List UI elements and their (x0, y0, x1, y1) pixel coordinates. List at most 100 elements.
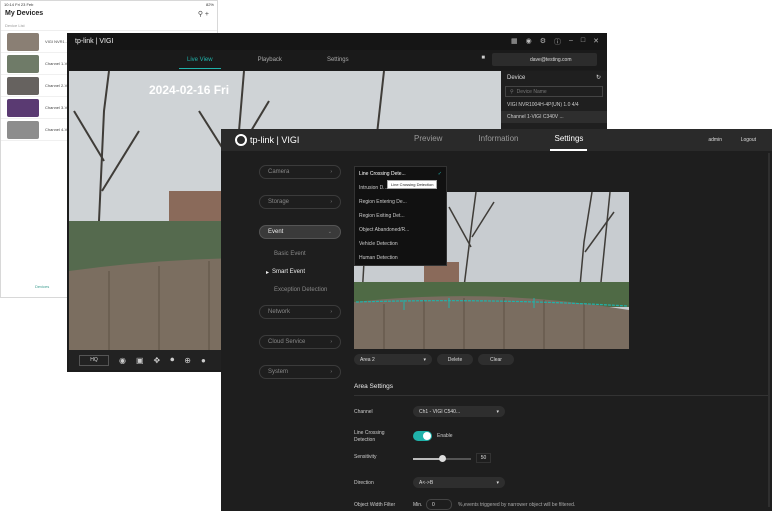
device-search-placeholder: Device Name (516, 88, 547, 95)
direction-label: Direction (354, 480, 374, 486)
direction-select-value: A<->B (419, 479, 434, 486)
direction-select[interactable]: A<->B ▾ (413, 477, 505, 488)
gear-icon[interactable]: ⚙ (540, 37, 546, 47)
settings-topbar: tp-link | VIGI Preview Information Setti… (221, 129, 772, 151)
sensitivity-value[interactable]: 50 (476, 453, 491, 463)
sidebar-item-cloud-service[interactable]: Cloud Service › (259, 335, 341, 349)
line-crossing-label-line1: Line Crossing (354, 430, 385, 436)
sidebar-item-storage[interactable]: Storage › (259, 195, 341, 209)
nav-settings[interactable]: Settings (550, 134, 588, 151)
sidebar-item-network[interactable]: Network › (259, 305, 341, 319)
device-tree-item[interactable]: VIGI NVR1004H-4P(UN) 1.0 4/4 (501, 99, 607, 111)
status-time: 10:14 Fri 23 Feb (4, 2, 34, 7)
device-tree-item[interactable]: Channel 1-VIGI C340V ... (501, 111, 607, 123)
camera-icon[interactable]: ◉ (119, 356, 126, 365)
chevron-right-icon: › (330, 339, 332, 345)
sensitivity-slider[interactable] (413, 455, 471, 462)
device-panel-title: Device (507, 74, 526, 81)
user-email: dave@testing.com (530, 56, 572, 63)
nav-preview[interactable]: Preview (414, 134, 442, 143)
channel-select[interactable]: Ch1 - VIGI C540... ▾ (413, 406, 505, 417)
brand-text: tp-link | VIGI (250, 135, 300, 145)
quality-button[interactable]: HQ (79, 354, 109, 366)
list-item-label: VIGI NVR1.. (45, 39, 68, 44)
sidebar-subitem-smart-event[interactable]: Smart Event (259, 263, 341, 281)
page-title: My Devices (5, 10, 44, 17)
ptz-icon[interactable]: ✥ (154, 356, 161, 365)
section-title: Area Settings (354, 383, 394, 390)
desktop-tabs: Live View Playback Settings ■ dave@testi… (67, 50, 607, 70)
mic-icon[interactable]: ⏺ (170, 355, 174, 365)
web-settings-window: tp-link | VIGI Preview Information Setti… (221, 129, 772, 511)
nav-information[interactable]: Information (478, 134, 518, 143)
record-icon[interactable]: ▣ (136, 356, 144, 365)
enable-label: Enable (437, 433, 453, 439)
chevron-right-icon: › (330, 169, 332, 175)
camera-thumbnail (7, 76, 39, 95)
camera-thumbnail (7, 120, 39, 139)
sidebar-item-camera[interactable]: Camera › (259, 165, 341, 179)
grid-icon[interactable]: ▦ (511, 37, 518, 47)
slider-handle[interactable] (439, 455, 446, 462)
area-actions: Area 2 ▾ Delete Clear (354, 354, 514, 365)
dropdown-option[interactable]: Object Abandoned/R... (355, 223, 446, 237)
sidebar-subitem-basic-event[interactable]: Basic Event (259, 245, 341, 263)
caret-down-icon: ▾ (496, 408, 499, 415)
dropdown-selected-option[interactable]: Line Crossing Dete... ✓ (355, 167, 446, 181)
camera-thumbnail (7, 98, 39, 117)
screenshot-collage: 10:14 Fri 23 Feb 82% My Devices ⚲ + Devi… (0, 0, 775, 511)
dropdown-option[interactable]: Region Exiting Det... (355, 209, 446, 223)
bell-icon[interactable]: ◉ (526, 37, 532, 47)
info-icon[interactable]: ⓘ (554, 37, 561, 47)
area-select[interactable]: Area 2 ▾ (354, 354, 432, 365)
zoom-icon[interactable]: ⊕ (184, 356, 191, 365)
device-search-input[interactable]: ⚲ Device Name (505, 86, 603, 97)
refresh-icon[interactable]: ↻ (596, 74, 601, 81)
channel-label: Channel (354, 409, 373, 415)
tp-link-logo-icon (235, 134, 247, 146)
delete-button[interactable]: Delete (437, 354, 473, 365)
sidebar-subitem-exception-detection[interactable]: Exception Detection (259, 281, 341, 299)
chevron-right-icon: › (330, 199, 332, 205)
sidebar-item-event[interactable]: Event ⌄ (259, 225, 341, 239)
search-icon[interactable]: ⚲ (198, 11, 203, 18)
min-width-input[interactable]: 0 (426, 499, 452, 510)
scrollbar[interactable] (768, 153, 770, 507)
sensitivity-label: Sensitivity (354, 454, 377, 460)
dropdown-option[interactable]: Region Entering De... (355, 195, 446, 209)
minimize-icon[interactable]: – (569, 37, 573, 47)
desktop-titlebar: tp-link | VIGI ▦ ◉ ⚙ ⓘ – □ ✕ (67, 33, 607, 50)
min-label: Min. (413, 502, 423, 508)
check-icon: ✓ (437, 171, 442, 177)
brand-logo: tp-link | VIGI (235, 134, 299, 146)
tab-live-view[interactable]: Live View (179, 57, 221, 69)
camera-thumbnail (7, 32, 39, 51)
brand-logo: tp-link | VIGI (75, 38, 114, 45)
logout-link[interactable]: Logout (741, 137, 756, 143)
sidebar-item-label: Camera (268, 169, 290, 175)
slider-fill (413, 458, 442, 460)
tab-settings[interactable]: Settings (327, 57, 349, 63)
mobile-header-actions: ⚲ + (198, 10, 209, 18)
clear-button[interactable]: Clear (478, 354, 514, 365)
close-icon[interactable]: ✕ (593, 37, 599, 47)
caret-down-icon: ▾ (423, 356, 426, 363)
sidebar-item-system[interactable]: System › (259, 365, 341, 379)
chevron-down-icon: ⌄ (327, 229, 332, 235)
caret-down-icon: ▾ (496, 479, 499, 486)
line-crossing-label-line2: Detection (354, 437, 376, 443)
enable-toggle[interactable] (413, 431, 432, 441)
user-account-dropdown[interactable]: dave@testing.com (492, 53, 597, 66)
devices-tab[interactable]: Devices (35, 284, 49, 289)
sidebar-item-label: Cloud Service (268, 339, 306, 345)
dropdown-option[interactable]: Vehicle Detection (355, 237, 446, 251)
more-icon[interactable]: ● (201, 356, 206, 365)
folder-icon[interactable]: ■ (481, 55, 485, 61)
dropdown-selected-label: Line Crossing Dete... (359, 171, 406, 177)
maximize-icon[interactable]: □ (581, 37, 585, 47)
divider (354, 395, 769, 396)
tab-playback[interactable]: Playback (258, 57, 282, 63)
sidebar-item-label: Event (268, 229, 284, 235)
dropdown-option[interactable]: Human Detection (355, 251, 446, 265)
plus-icon[interactable]: + (205, 11, 209, 18)
